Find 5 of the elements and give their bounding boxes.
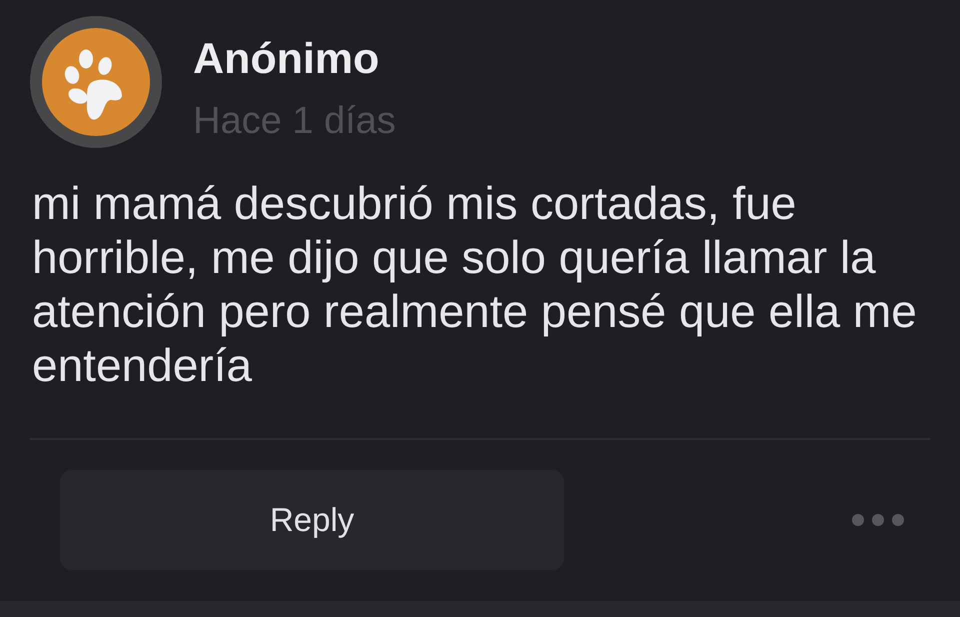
more-icon[interactable] xyxy=(852,514,904,526)
reply-button[interactable]: Reply xyxy=(60,470,564,570)
author-name: Anónimo xyxy=(193,34,380,84)
post-text: mi mamá descubrió mis cortadas, fue horrible, me dijo que solo quería llamar la atención pero realmente pensé que ella me entendería xyxy=(32,176,918,392)
paw-avatar-icon xyxy=(30,16,162,148)
